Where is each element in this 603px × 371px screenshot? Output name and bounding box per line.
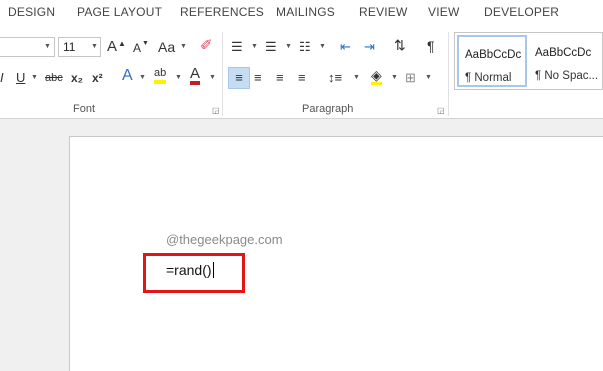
highlight-color-button[interactable]: ab <box>154 66 167 84</box>
shrink-font-button[interactable]: A <box>133 40 141 56</box>
style-name-label: ¶ No Spac... <box>535 70 599 82</box>
style-normal[interactable]: AaBbCcDc ¶ Normal <box>457 35 527 87</box>
italic-button[interactable]: I <box>0 70 4 86</box>
style-no-spacing[interactable]: AaBbCcDc ¶ No Spac... <box>529 35 599 87</box>
shrink-font-arrow-icon: ▼ <box>142 40 149 47</box>
font-size-combo[interactable]: 11 ▼ <box>58 37 101 57</box>
change-case-button[interactable]: Aa <box>158 39 175 55</box>
text-effects-button[interactable]: A <box>122 68 133 84</box>
shading-dropdown-icon[interactable]: ▼ <box>391 70 398 86</box>
line-spacing-dropdown-icon[interactable]: ▼ <box>353 70 360 86</box>
sort-icon[interactable]: ⇅ <box>394 37 406 53</box>
group-divider <box>222 32 223 116</box>
show-hide-marks-button[interactable]: ¶ <box>427 38 435 54</box>
font-dialog-launcher-icon[interactable]: ◲ <box>212 106 220 115</box>
bullets-dropdown-icon[interactable]: ▼ <box>251 39 258 55</box>
font-name-dropdown-icon[interactable]: ▼ <box>44 39 51 55</box>
highlight-box <box>143 253 245 293</box>
subscript-button[interactable]: x₂ <box>71 70 83 86</box>
font-size-dropdown-icon[interactable]: ▼ <box>91 39 98 55</box>
font-name-combo[interactable]: ▼ <box>0 37 55 57</box>
font-color-button[interactable]: A <box>190 66 201 85</box>
line-spacing-icon[interactable]: ↕≡ <box>328 70 342 86</box>
change-case-dropdown-icon[interactable]: ▼ <box>180 39 187 55</box>
increase-indent-icon[interactable]: ⇥ <box>364 39 375 55</box>
borders-dropdown-icon[interactable]: ▼ <box>425 70 432 86</box>
clear-formatting-icon[interactable]: ✐ <box>200 38 213 54</box>
underline-button[interactable]: U <box>16 70 25 86</box>
grow-font-arrow-icon: ▲ <box>118 39 126 48</box>
font-group-label: Font <box>73 103 96 115</box>
style-name-label: ¶ Normal <box>465 72 512 84</box>
style-sample-text: AaBbCcDc <box>535 47 592 59</box>
group-divider <box>448 32 449 116</box>
strikethrough-button[interactable]: abc <box>45 70 63 86</box>
tab-developer[interactable]: DEVELOPER <box>484 5 559 19</box>
tab-design[interactable]: DESIGN <box>8 5 55 19</box>
text-effects-dropdown-icon[interactable]: ▼ <box>139 70 146 86</box>
font-size-value: 11 <box>63 40 76 54</box>
tab-view[interactable]: VIEW <box>428 5 459 19</box>
decrease-indent-icon[interactable]: ⇤ <box>340 39 351 55</box>
tab-mailings[interactable]: MAILINGS <box>276 5 335 19</box>
shading-icon[interactable]: ◈ <box>371 68 382 85</box>
multilevel-list-icon[interactable]: ☷ <box>299 39 311 55</box>
bullets-icon[interactable]: ☰ <box>231 39 243 55</box>
styles-gallery: AaBbCcDc ¶ Normal AaBbCcDc ¶ No Spac... <box>454 32 603 90</box>
tab-review[interactable]: REVIEW <box>359 5 408 19</box>
numbering-icon[interactable]: ☰ <box>265 39 277 55</box>
borders-icon[interactable]: ⊞ <box>405 70 416 86</box>
paragraph-dialog-launcher-icon[interactable]: ◲ <box>437 106 445 115</box>
align-right-icon[interactable]: ≡ <box>276 70 284 86</box>
font-color-dropdown-icon[interactable]: ▼ <box>209 70 216 86</box>
paragraph-group-label: Paragraph <box>302 103 354 115</box>
grow-font-button[interactable]: A <box>107 39 117 55</box>
tab-page-layout[interactable]: PAGE LAYOUT <box>77 5 162 19</box>
align-left-icon[interactable]: ≡ <box>228 67 250 89</box>
style-sample-text: AaBbCcDc <box>465 49 522 61</box>
numbering-dropdown-icon[interactable]: ▼ <box>285 39 292 55</box>
multilevel-list-dropdown-icon[interactable]: ▼ <box>319 39 326 55</box>
justify-icon[interactable]: ≡ <box>298 70 306 86</box>
watermark-text: @thegeekpage.com <box>166 232 283 247</box>
tab-references[interactable]: REFERENCES <box>180 5 264 19</box>
ribbon-tab-bar: DESIGN PAGE LAYOUT REFERENCES MAILINGS R… <box>0 0 603 26</box>
highlight-dropdown-icon[interactable]: ▼ <box>175 70 182 86</box>
align-center-icon[interactable]: ≡ <box>254 70 262 86</box>
superscript-button[interactable]: x² <box>92 70 103 86</box>
underline-dropdown-icon[interactable]: ▼ <box>31 70 38 86</box>
